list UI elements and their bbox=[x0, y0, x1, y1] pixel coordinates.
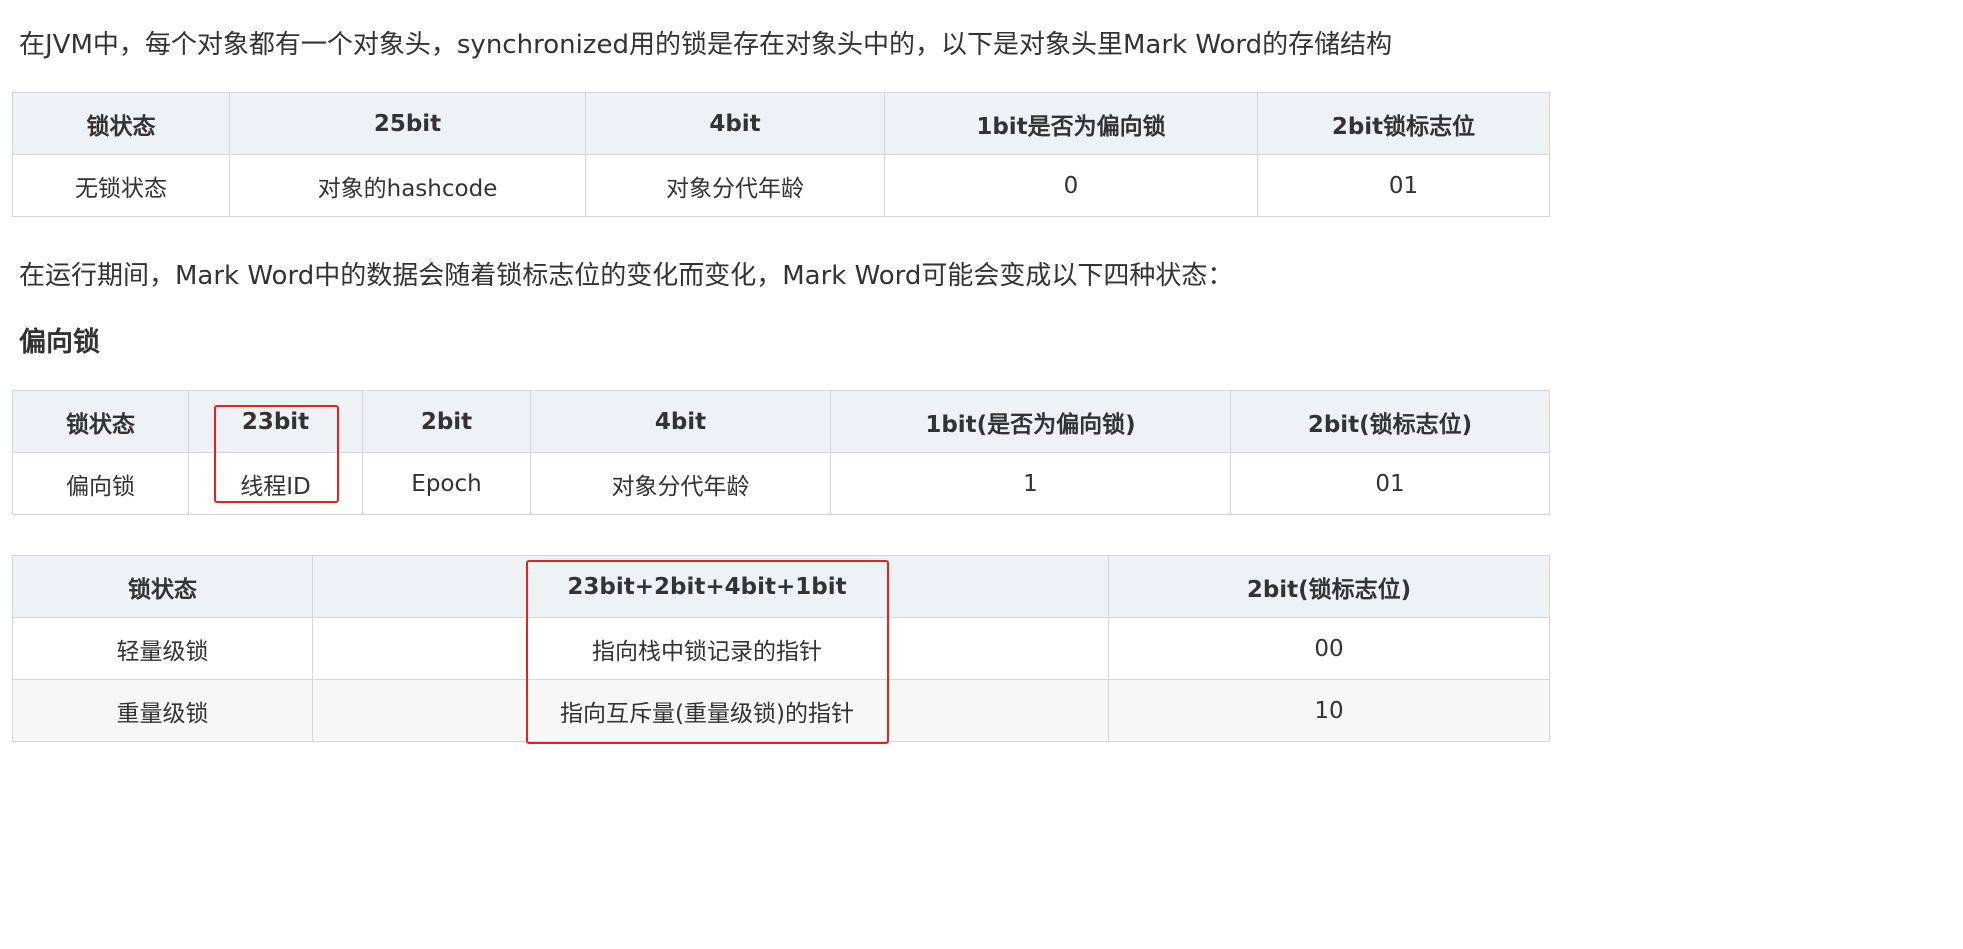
table-header-cell: 2bit锁标志位 bbox=[1257, 92, 1550, 155]
table-header-cell: 1bit(是否为偏向锁) bbox=[830, 390, 1231, 453]
table-header-cell: 锁状态 bbox=[12, 390, 189, 453]
table-header-cell: 2bit bbox=[362, 390, 531, 453]
mark-word-table-lightweight-heavyweight: 锁状态 23bit+2bit+4bit+1bit 2bit(锁标志位) 轻量级锁… bbox=[12, 555, 1550, 742]
table-cell: 偏向锁 bbox=[12, 452, 189, 515]
table-row: 偏向锁 线程ID Epoch 对象分代年龄 1 01 bbox=[12, 452, 1550, 515]
table-row: 轻量级锁 指向栈中锁记录的指针 00 bbox=[12, 617, 1550, 680]
table-cell bbox=[887, 617, 1109, 680]
table-cell: Epoch bbox=[362, 452, 531, 515]
table-header-cell: 2bit(锁标志位) bbox=[1108, 555, 1550, 618]
table-cell bbox=[312, 679, 527, 742]
table-header-cell bbox=[312, 555, 527, 618]
table-header-cell: 23bit+2bit+4bit+1bit bbox=[526, 555, 888, 618]
table-header-cell: 2bit(锁标志位) bbox=[1230, 390, 1550, 453]
table-header-cell: 1bit是否为偏向锁 bbox=[884, 92, 1258, 155]
table-header-cell: 锁状态 bbox=[12, 555, 313, 618]
table-cell: 重量级锁 bbox=[12, 679, 313, 742]
table-header-cell: 23bit bbox=[188, 390, 363, 453]
table-cell: 指向互斥量(重量级锁)的指针 bbox=[526, 679, 888, 742]
table-cell bbox=[887, 679, 1109, 742]
mark-word-table-biased: 锁状态 23bit 2bit 4bit 1bit(是否为偏向锁) 2bit(锁标… bbox=[12, 390, 1550, 515]
intro-text: 在JVM中，每个对象都有一个对象头，synchronized用的锁是存在对象头中… bbox=[19, 30, 1393, 60]
table-header-cell: 锁状态 bbox=[12, 92, 230, 155]
table-header-row: 锁状态 25bit 4bit 1bit是否为偏向锁 2bit锁标志位 bbox=[12, 92, 1550, 155]
table-header-cell: 25bit bbox=[229, 92, 586, 155]
table-cell: 指向栈中锁记录的指针 bbox=[526, 617, 888, 680]
table-cell: 00 bbox=[1108, 617, 1550, 680]
table-header-row: 锁状态 23bit 2bit 4bit 1bit(是否为偏向锁) 2bit(锁标… bbox=[12, 390, 1550, 453]
table-cell: 1 bbox=[830, 452, 1231, 515]
table-row: 无锁状态 对象的hashcode 对象分代年龄 0 01 bbox=[12, 154, 1550, 217]
table-header-cell bbox=[887, 555, 1109, 618]
table-cell: 10 bbox=[1108, 679, 1550, 742]
table-cell: 对象分代年龄 bbox=[530, 452, 831, 515]
table-cell bbox=[312, 617, 527, 680]
biased-lock-heading: 偏向锁 bbox=[19, 327, 100, 358]
mark-word-table-unlocked: 锁状态 25bit 4bit 1bit是否为偏向锁 2bit锁标志位 无锁状态 … bbox=[12, 92, 1550, 217]
table-header-cell: 4bit bbox=[530, 390, 831, 453]
table-cell: 0 bbox=[884, 154, 1258, 217]
table-cell: 01 bbox=[1257, 154, 1550, 217]
table-header-row: 锁状态 23bit+2bit+4bit+1bit 2bit(锁标志位) bbox=[12, 555, 1550, 618]
table-cell: 线程ID bbox=[188, 452, 363, 515]
table-cell: 01 bbox=[1230, 452, 1550, 515]
runtime-text: 在运行期间，Mark Word中的数据会随着锁标志位的变化而变化，Mark Wo… bbox=[19, 261, 1234, 291]
table-cell: 轻量级锁 bbox=[12, 617, 313, 680]
table-cell: 对象分代年龄 bbox=[585, 154, 885, 217]
table-header-cell: 4bit bbox=[585, 92, 885, 155]
table-row: 重量级锁 指向互斥量(重量级锁)的指针 10 bbox=[12, 679, 1550, 742]
table-cell: 对象的hashcode bbox=[229, 154, 586, 217]
table-cell: 无锁状态 bbox=[12, 154, 230, 217]
